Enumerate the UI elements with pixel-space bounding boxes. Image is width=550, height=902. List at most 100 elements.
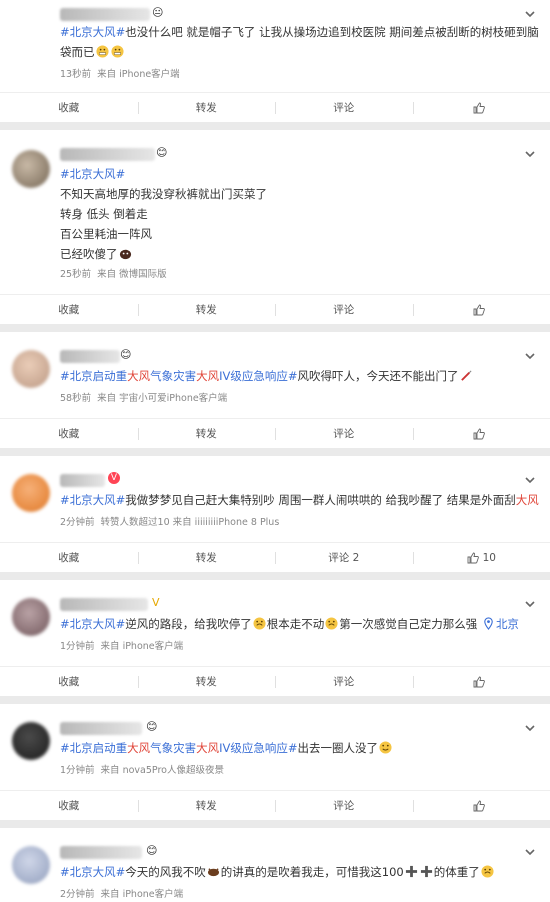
collect-button[interactable]: 收藏 [0, 791, 138, 821]
post-meta: 58秒前 来自 宇宙小可爱iPhone客户端 [60, 390, 233, 404]
chevron-down-icon[interactable] [524, 722, 536, 734]
comment-button[interactable]: 评论 [275, 295, 413, 325]
chevron-down-icon[interactable] [524, 846, 536, 858]
weibo-feed: 😐 #北京大风#也没什么吧 就是帽子飞了 让我从操场边追到校医院 期间差点被刮断… [0, 0, 550, 902]
action-bar: 收藏 转发 评论 [0, 294, 550, 324]
chevron-down-icon[interactable] [524, 474, 536, 486]
post-card: 😐 #北京大风#也没什么吧 就是帽子飞了 让我从操场边追到校医院 期间差点被刮断… [0, 0, 550, 122]
grimace-emoji-icon [110, 45, 124, 58]
topic-link[interactable]: #北京大风# [60, 493, 125, 507]
comment-label: 评论 [333, 303, 355, 316]
post-meta: 1分钟前 来自 nova5Pro人像超级夜景 [60, 762, 230, 776]
post-time[interactable]: 1分钟前 [60, 641, 95, 652]
username[interactable] [60, 148, 155, 161]
collect-button[interactable]: 收藏 [0, 667, 138, 697]
thumbs-up-icon [473, 428, 486, 439]
comment-label: 评论 [333, 427, 355, 440]
chevron-down-icon[interactable] [524, 598, 536, 610]
avatar[interactable] [12, 598, 50, 636]
post-time[interactable]: 25秒前 [60, 269, 91, 280]
post-text: #北京大风#我做梦梦见自己赶大集特别吵 周围一群人闹哄哄的 给我吵醒了 结果是外… [60, 490, 539, 510]
chevron-down-icon[interactable] [524, 350, 536, 362]
comment-button[interactable]: 评论 [275, 791, 413, 821]
comment-label: 评论 2 [328, 551, 360, 564]
username[interactable] [60, 722, 142, 735]
post-time[interactable]: 13秒前 [60, 69, 91, 80]
post-card: 😊 #北京启动重大风气象灾害大风IV级应急响应#出去一圈人没了 1分钟前 来自 n… [0, 704, 550, 820]
plus-emoji-icon [405, 865, 417, 878]
thumbs-up-icon [467, 552, 479, 563]
action-bar: 收藏 转发 评论 [0, 790, 550, 820]
username[interactable] [60, 846, 142, 859]
topic-link[interactable]: 气象灾害 [150, 369, 196, 383]
post-source: 来自 宇宙小可爱iPhone客户端 [97, 393, 228, 404]
repost-button[interactable]: 转发 [137, 419, 276, 449]
repost-button[interactable]: 转发 [137, 295, 276, 325]
collect-button[interactable]: 收藏 [0, 543, 138, 573]
syringe-emoji-icon [460, 370, 472, 381]
smile-emoji-icon [379, 741, 392, 754]
post-card: V #北京大风#逆风的路段，给我吹停了 根本走不动 第一次感觉自己定力那么强 北京 … [0, 580, 550, 696]
repost-label: 转发 [195, 303, 217, 316]
username[interactable] [60, 474, 105, 487]
chevron-down-icon[interactable] [524, 148, 536, 160]
post-meta: 13秒前 来自 iPhone客户端 [60, 66, 186, 80]
keyword-highlight: 大风 [196, 741, 220, 755]
repost-button[interactable]: 转发 [137, 543, 276, 573]
text-segment: 转身 低头 倒着走 [60, 207, 148, 221]
avatar[interactable] [12, 150, 50, 188]
like-button[interactable] [412, 791, 550, 821]
collect-button[interactable]: 收藏 [0, 93, 138, 123]
post-time[interactable]: 1分钟前 [60, 765, 95, 776]
username[interactable] [60, 8, 150, 21]
like-button[interactable] [412, 93, 550, 123]
avatar[interactable] [12, 722, 50, 760]
like-button[interactable] [412, 667, 550, 697]
collect-label: 收藏 [58, 427, 80, 440]
post-text: #北京大风#也没什么吧 就是帽子飞了 让我从操场边追到校医院 期间差点被刮断的树… [60, 22, 539, 62]
topic-link[interactable]: #北京大风# [60, 865, 125, 879]
repost-button[interactable]: 转发 [137, 791, 276, 821]
post-time[interactable]: 2分钟前 [60, 889, 95, 900]
like-button[interactable]: 10 [412, 543, 550, 573]
keyword-highlight: 大风 [515, 493, 539, 507]
post-text: #北京大风# 不知天高地厚的我没穿秋裤就出门买菜了 转身 低头 倒着走 百公里耗… [60, 164, 536, 264]
post-time[interactable]: 58秒前 [60, 393, 91, 404]
topic-link[interactable]: IV级应急响应# [219, 369, 297, 383]
chevron-down-icon[interactable] [524, 8, 536, 20]
repost-label: 转发 [195, 675, 217, 688]
username[interactable] [60, 598, 148, 611]
comment-button[interactable]: 评论 2 [275, 543, 413, 573]
topic-link[interactable]: #北京启动重 [60, 741, 127, 755]
avatar[interactable] [12, 846, 50, 884]
repost-button[interactable]: 转发 [137, 93, 276, 123]
action-bar: 收藏 转发 评论 [0, 418, 550, 448]
username[interactable] [60, 350, 120, 363]
topic-link[interactable]: #北京大风# [60, 25, 125, 39]
comment-label: 评论 [333, 675, 355, 688]
like-button[interactable] [412, 419, 550, 449]
comment-button[interactable]: 评论 [275, 667, 413, 697]
avatar[interactable] [12, 350, 50, 388]
bull-emoji-icon [207, 868, 219, 877]
topic-link[interactable]: IV级应急响应# [219, 741, 297, 755]
topic-link[interactable]: #北京大风# [60, 167, 125, 181]
collect-button[interactable]: 收藏 [0, 295, 138, 325]
comment-button[interactable]: 评论 [275, 419, 413, 449]
comment-button[interactable]: 评论 [275, 93, 413, 123]
emoji-badge-icon: 😐 [152, 6, 164, 19]
collect-button[interactable]: 收藏 [0, 419, 138, 449]
repost-button[interactable]: 转发 [137, 667, 276, 697]
topic-link[interactable]: 气象灾害 [150, 741, 196, 755]
topic-link[interactable]: #北京大风# [60, 617, 125, 631]
post-time[interactable]: 2分钟前 [60, 517, 95, 528]
location-link[interactable]: 北京 [496, 617, 519, 631]
keyword-highlight: 大风 [196, 369, 220, 383]
emoji-badge-icon: 😊 [120, 348, 132, 361]
post-meta: 25秒前 来自 微博国际版 [60, 266, 173, 280]
collect-label: 收藏 [58, 303, 80, 316]
like-button[interactable] [412, 295, 550, 325]
topic-link[interactable]: #北京启动重 [60, 369, 127, 383]
avatar[interactable] [12, 474, 50, 512]
comment-label: 评论 [333, 101, 355, 114]
